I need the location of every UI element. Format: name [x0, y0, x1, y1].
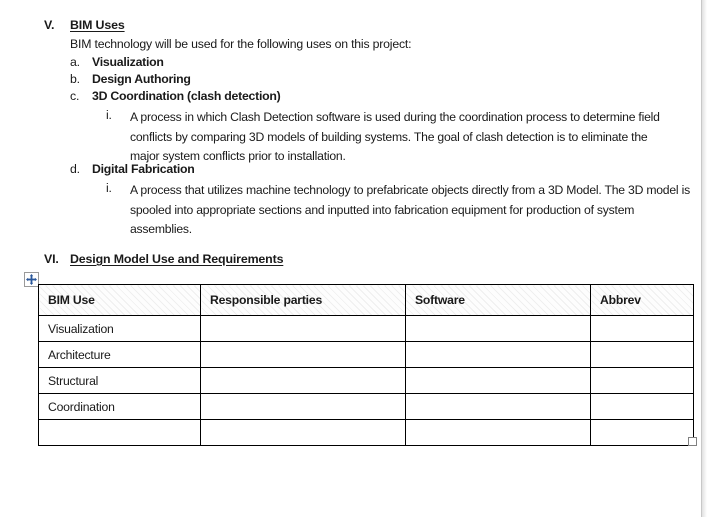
cell-responsible-parties[interactable] [200, 315, 406, 342]
list-item-label: Visualization [92, 55, 164, 69]
move-cross-icon [26, 274, 37, 285]
table-row: Architecture [38, 341, 694, 368]
section-heading-design-model-use: VI. Design Model Use and Requirements [44, 252, 283, 266]
cell-abbrev[interactable] [590, 315, 694, 342]
document-body: V. BIM Uses BIM technology will be used … [0, 0, 701, 517]
column-header-bim-use: BIM Use [38, 284, 201, 316]
list-marker: d. [70, 162, 80, 176]
section-number: V. [44, 18, 55, 32]
document-page: V. BIM Uses BIM technology will be used … [0, 0, 701, 517]
section-title: BIM Uses [70, 18, 125, 32]
cell-software[interactable] [405, 315, 591, 342]
table-resize-handle[interactable] [688, 437, 697, 446]
cell-software[interactable] [405, 367, 591, 394]
list-marker: c. [70, 89, 80, 103]
list-item-label: Digital Fabrication [92, 162, 195, 176]
table-row: Coordination [38, 393, 694, 420]
section-number: VI. [44, 252, 59, 266]
section-intro-paragraph: BIM technology will be used for the foll… [70, 37, 412, 51]
cell-responsible-parties[interactable] [200, 393, 406, 420]
sub-item-marker: i. [106, 181, 112, 195]
cell-responsible-parties[interactable] [200, 341, 406, 368]
cell-abbrev[interactable] [590, 367, 694, 394]
sub-item-marker: i. [106, 108, 112, 122]
sub-item-digital-fabrication-description: i. A process that utilizes machine techn… [106, 181, 694, 240]
list-marker: b. [70, 72, 80, 86]
sub-item-text: A process that utilizes machine technolo… [130, 183, 690, 236]
sub-item-clash-detection-description: i. A process in which Clash Detection so… [106, 108, 666, 167]
column-header-abbrev: Abbrev [590, 284, 694, 316]
cell-bim-use[interactable]: Visualization [38, 315, 201, 342]
cell-responsible-parties[interactable] [200, 367, 406, 394]
column-header-responsible-parties: Responsible parties [200, 284, 406, 316]
cell-abbrev[interactable] [590, 341, 694, 368]
column-header-software: Software [405, 284, 591, 316]
table-row [38, 419, 694, 446]
list-item-visualization: a. Visualization [70, 55, 164, 69]
cell-software[interactable] [405, 393, 591, 420]
cell-bim-use[interactable]: Structural [38, 367, 201, 394]
list-item-label: Design Authoring [92, 72, 191, 86]
table-row: Visualization [38, 315, 694, 342]
section-heading-bim-uses: V. BIM Uses [44, 18, 125, 32]
list-marker: a. [70, 55, 80, 69]
list-item-3d-coordination: c. 3D Coordination (clash detection) [70, 89, 281, 103]
cell-software[interactable] [405, 341, 591, 368]
cell-responsible-parties[interactable] [200, 419, 406, 446]
table-row: Structural [38, 367, 694, 394]
table-move-handle[interactable] [24, 272, 39, 287]
page-right-edge [701, 0, 720, 517]
list-item-label: 3D Coordination (clash detection) [92, 89, 281, 103]
section-title: Design Model Use and Requirements [70, 252, 284, 266]
cell-bim-use[interactable] [38, 419, 201, 446]
sub-item-text: A process in which Clash Detection softw… [130, 110, 660, 163]
table-header-row: BIM Use Responsible parties Software Abb… [38, 284, 694, 316]
cell-bim-use[interactable]: Architecture [38, 341, 201, 368]
cell-abbrev[interactable] [590, 393, 694, 420]
list-item-design-authoring: b. Design Authoring [70, 72, 191, 86]
cell-software[interactable] [405, 419, 591, 446]
design-model-use-table[interactable]: BIM Use Responsible parties Software Abb… [38, 284, 694, 446]
list-item-digital-fabrication: d. Digital Fabrication [70, 162, 195, 176]
cell-bim-use[interactable]: Coordination [38, 393, 201, 420]
cell-abbrev[interactable] [590, 419, 694, 446]
